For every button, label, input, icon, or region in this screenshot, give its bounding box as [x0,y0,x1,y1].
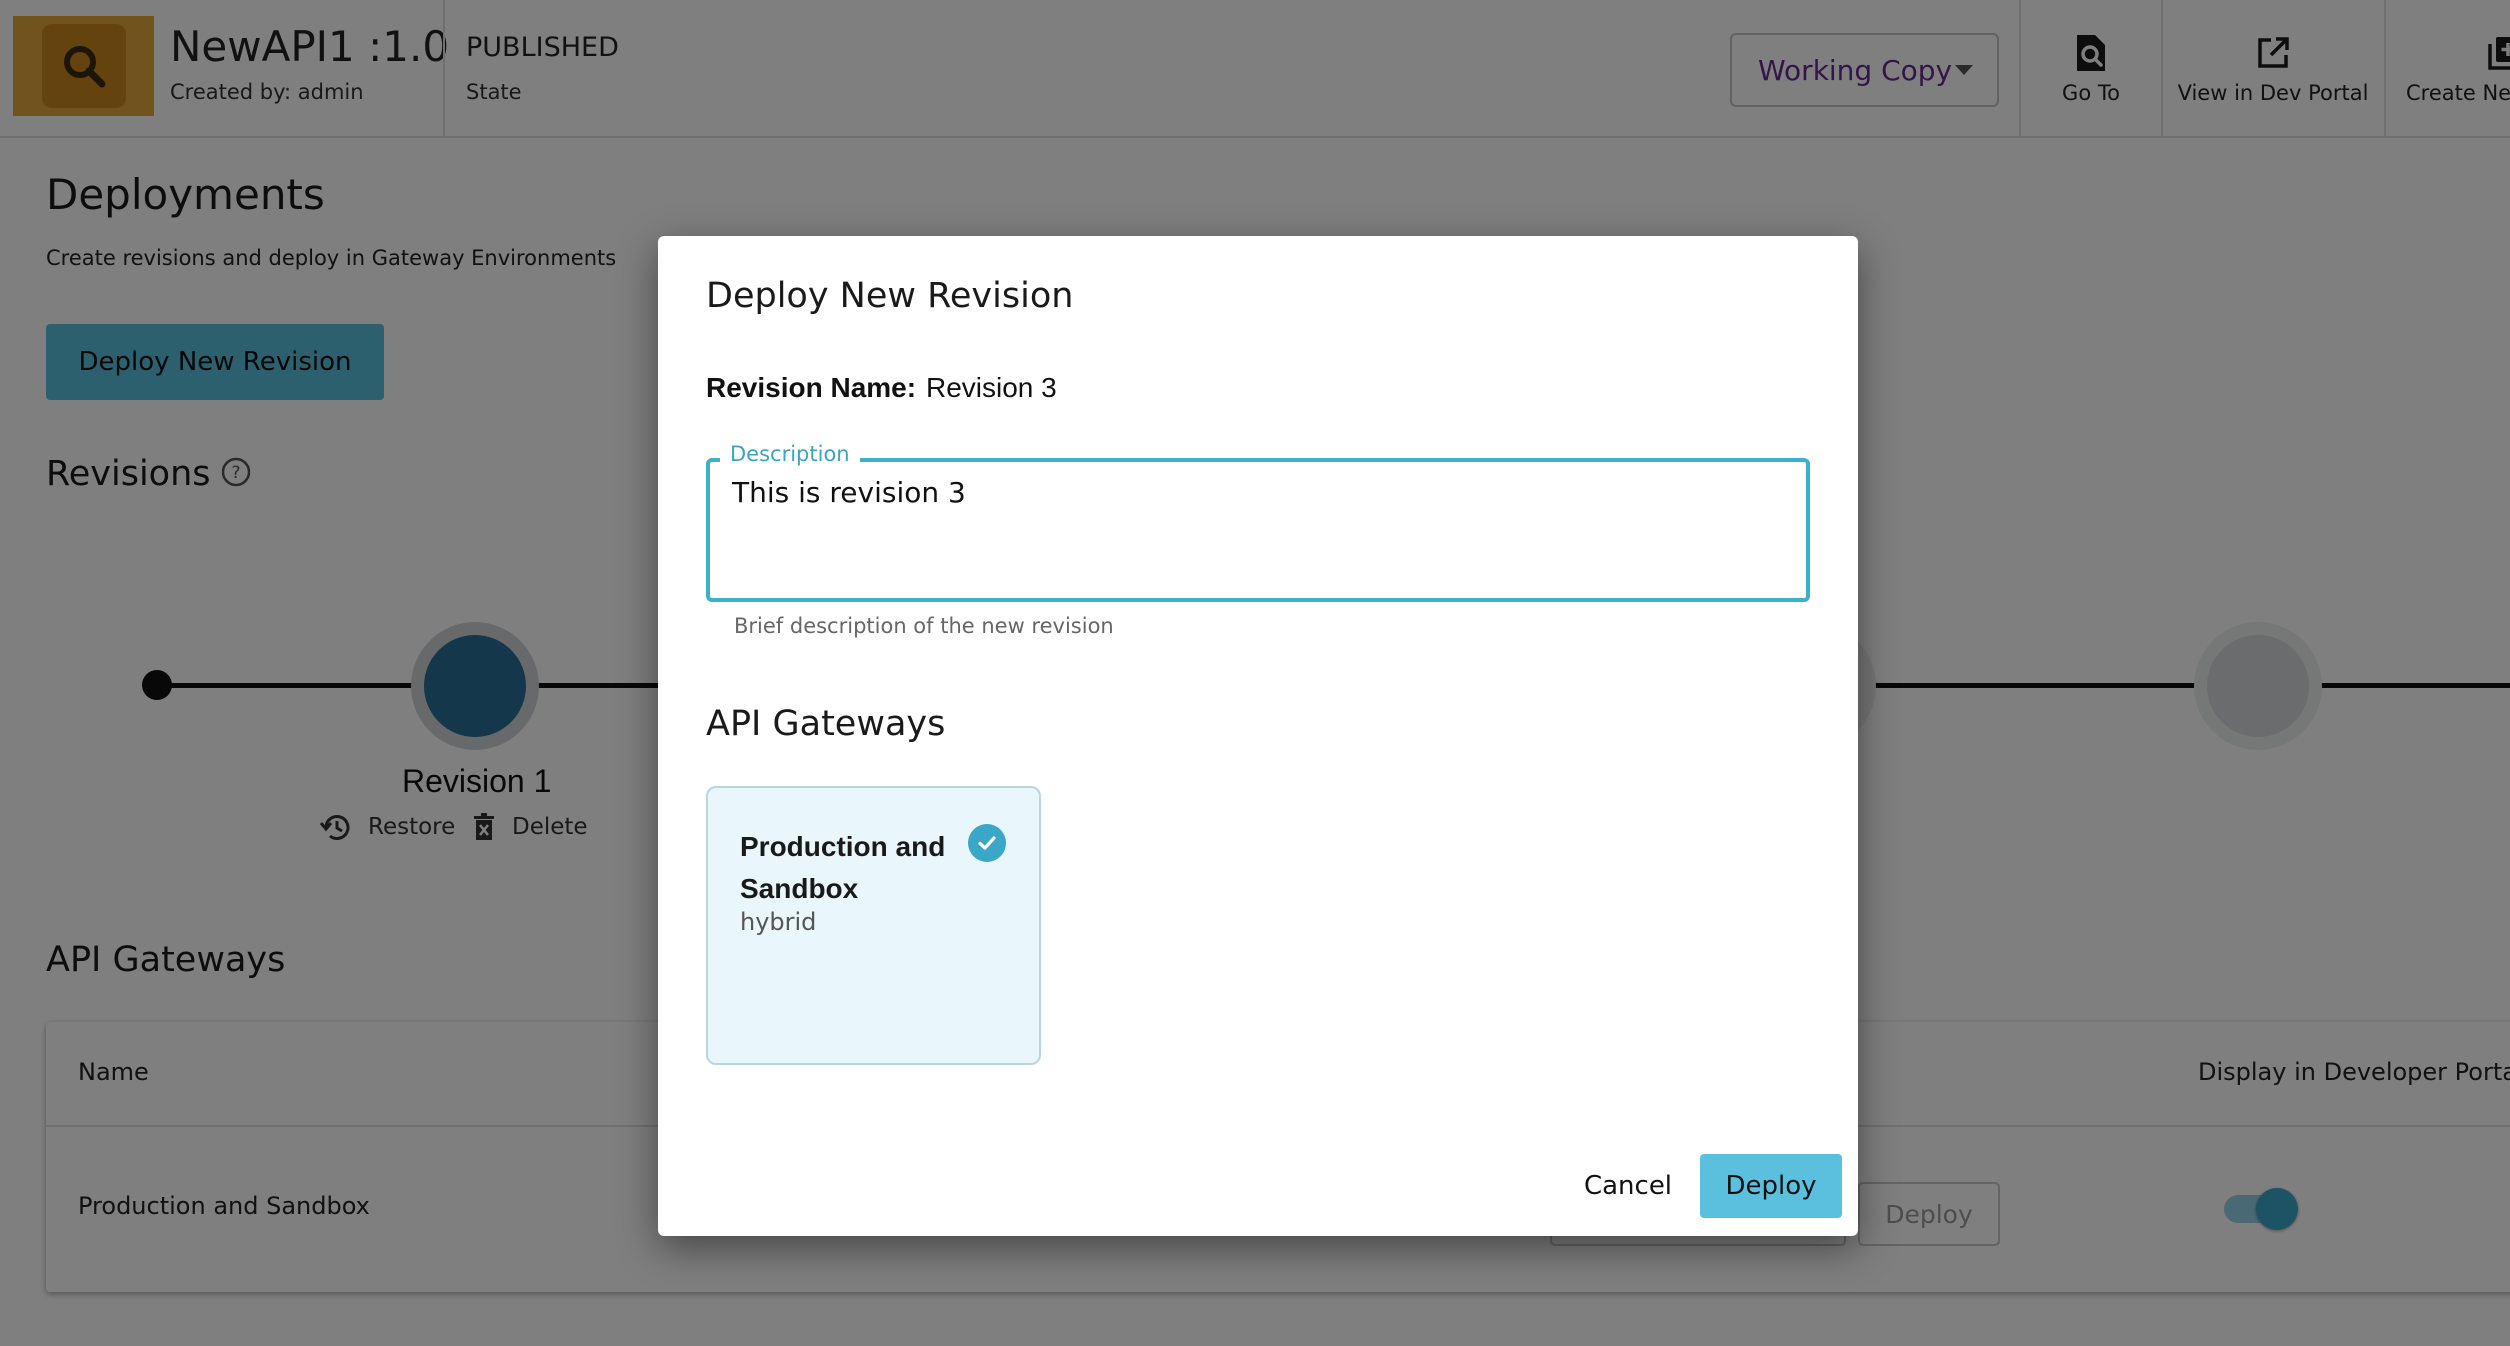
gateway-card-name: Production and Sandbox [740,831,946,904]
description-input[interactable] [732,476,1792,509]
deploy-button[interactable]: Deploy [1700,1154,1842,1218]
revision-name-label: Revision Name: [706,372,917,403]
dialog-gateways-title: API Gateways [706,704,946,744]
revision-name-value: Revision 3 [926,372,1057,403]
cancel-button[interactable]: Cancel [1558,1154,1698,1218]
gateway-card[interactable]: Production and Sandbox hybrid [706,786,1041,1065]
dialog-title: Deploy New Revision [706,276,1074,316]
gateway-card-type: hybrid [740,908,817,936]
check-circle-icon [968,824,1006,862]
description-legend: Description [720,442,860,466]
deploy-revision-dialog: Deploy New Revision Revision Name: Revis… [658,236,1858,1236]
description-helper-text: Brief description of the new revision [734,614,1114,638]
